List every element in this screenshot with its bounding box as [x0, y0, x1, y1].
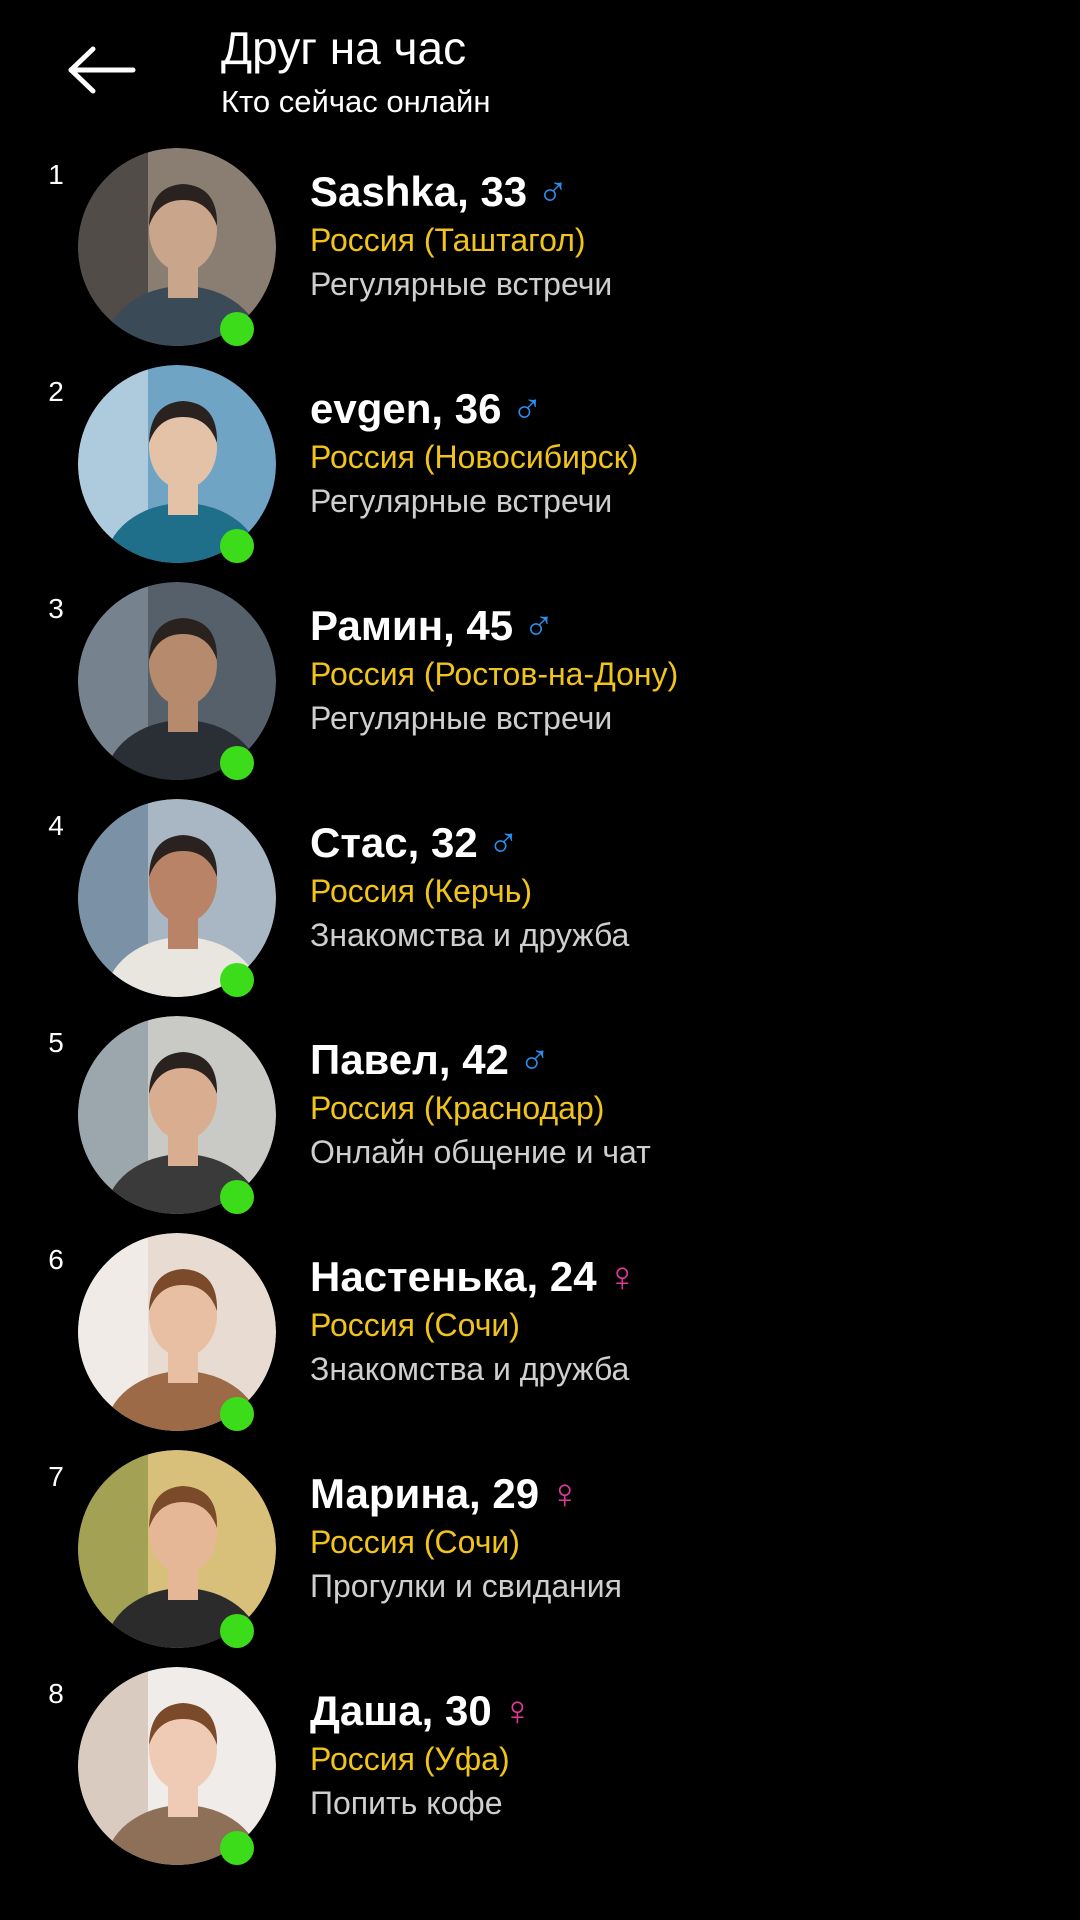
male-gender-icon: ♂	[511, 385, 543, 432]
user-list-item[interactable]: 4 Стас, 32 ♂ Россия (Керчь) Знакомства и…	[0, 799, 1080, 1016]
user-name-age: Марина, 29	[310, 1470, 540, 1517]
avatar-container[interactable]	[78, 1016, 276, 1214]
user-location: Россия (Краснодар)	[310, 1090, 605, 1126]
rank-number: 4	[48, 810, 64, 841]
rank-number: 1	[48, 159, 64, 190]
online-status-dot	[220, 1831, 254, 1865]
user-name-age-row: Рамин, 45 ♂	[310, 600, 555, 652]
avatar-container[interactable]	[78, 582, 276, 780]
user-name-age: Рамин, 45	[310, 602, 514, 649]
app-header: Друг на час Кто сейчас онлайн	[0, 0, 1080, 140]
page-subtitle: Кто сейчас онлайн	[221, 84, 491, 119]
female-gender-icon: ♀	[501, 1687, 534, 1734]
avatar-container[interactable]	[78, 1450, 276, 1648]
rank-number: 7	[48, 1461, 64, 1492]
user-purpose: Попить кофе	[310, 1785, 503, 1821]
user-location: Россия (Сочи)	[310, 1307, 520, 1343]
user-purpose: Знакомства и дружба	[310, 917, 630, 953]
avatar-container[interactable]	[78, 1667, 276, 1865]
user-purpose: Знакомства и дружба	[310, 1351, 630, 1387]
user-location: Россия (Сочи)	[310, 1524, 520, 1560]
user-name-age-row: Стас, 32 ♂	[310, 817, 519, 869]
online-status-dot	[220, 1397, 254, 1431]
user-name-age-row: Марина, 29 ♀	[310, 1468, 581, 1520]
male-gender-icon: ♂	[523, 602, 555, 649]
user-list-item[interactable]: 3 Рамин, 45 ♂ Россия (Ростов-на-Дону) Ре…	[0, 582, 1080, 799]
user-name-age: Sashka, 33	[310, 168, 528, 215]
avatar-container[interactable]	[78, 365, 276, 563]
male-gender-icon: ♂	[487, 819, 520, 866]
rank-number: 3	[48, 593, 64, 624]
user-location: Россия (Таштагол)	[310, 222, 586, 258]
user-purpose: Прогулки и свидания	[310, 1568, 622, 1604]
user-name-age-row: evgen, 36 ♂	[310, 383, 543, 435]
user-name-age-row: Sashka, 33 ♂	[310, 166, 569, 218]
avatar-container[interactable]	[78, 148, 276, 346]
online-status-dot	[220, 1180, 254, 1214]
user-name-age: Павел, 42	[310, 1036, 509, 1083]
user-name-age-row: Даша, 30 ♀	[310, 1685, 533, 1737]
rank-number: 2	[48, 376, 64, 407]
rank-number: 5	[48, 1027, 64, 1058]
back-button[interactable]	[58, 38, 146, 102]
user-name-age-row: Настенька, 24 ♀	[310, 1251, 638, 1303]
rank-number: 6	[48, 1244, 64, 1275]
female-gender-icon: ♀	[606, 1253, 639, 1300]
rank-number: 8	[48, 1678, 64, 1709]
online-status-dot	[220, 746, 254, 780]
online-status-dot	[220, 1614, 254, 1648]
avatar-container[interactable]	[78, 799, 276, 997]
user-name-age: Стас, 32	[310, 819, 478, 866]
user-list-item[interactable]: 1 Sashka, 33 ♂ Россия (Таштагол) Регуляр…	[0, 148, 1080, 365]
user-list-item[interactable]: 5 Павел, 42 ♂ Россия (Краснодар) Онлайн …	[0, 1016, 1080, 1233]
user-list-item[interactable]: 6 Настенька, 24 ♀ Россия (Сочи) Знакомст…	[0, 1233, 1080, 1450]
female-gender-icon: ♀	[549, 1470, 581, 1517]
male-gender-icon: ♂	[537, 168, 569, 215]
user-purpose: Регулярные встречи	[310, 700, 613, 736]
user-list-item[interactable]: 7 Марина, 29 ♀ Россия (Сочи) Прогулки и …	[0, 1450, 1080, 1667]
user-name-age: Настенька, 24	[310, 1253, 597, 1300]
avatar-container[interactable]	[78, 1233, 276, 1431]
user-location: Россия (Керчь)	[310, 873, 533, 909]
online-user-list: 1 Sashka, 33 ♂ Россия (Таштагол) Регуляр…	[0, 148, 1080, 1884]
user-purpose: Онлайн общение и чат	[310, 1134, 651, 1170]
online-status-dot	[220, 963, 254, 997]
online-status-dot	[220, 529, 254, 563]
user-location: Россия (Новосибирск)	[310, 439, 639, 475]
arrow-left-icon	[68, 46, 136, 94]
user-purpose: Регулярные встречи	[310, 266, 613, 302]
user-list-item[interactable]: 8 Даша, 30 ♀ Россия (Уфа) Попить кофе	[0, 1667, 1080, 1884]
online-status-dot	[220, 312, 254, 346]
user-name-age-row: Павел, 42 ♂	[310, 1034, 550, 1086]
user-list-item[interactable]: 2 evgen, 36 ♂ Россия (Новосибирск) Регул…	[0, 365, 1080, 582]
page-title: Друг на час	[221, 22, 467, 74]
user-name-age: Даша, 30	[310, 1687, 492, 1734]
user-location: Россия (Уфа)	[310, 1741, 510, 1777]
user-purpose: Регулярные встречи	[310, 483, 613, 519]
user-name-age: evgen, 36	[310, 385, 502, 432]
male-gender-icon: ♂	[518, 1036, 551, 1083]
user-location: Россия (Ростов-на-Дону)	[310, 656, 679, 692]
